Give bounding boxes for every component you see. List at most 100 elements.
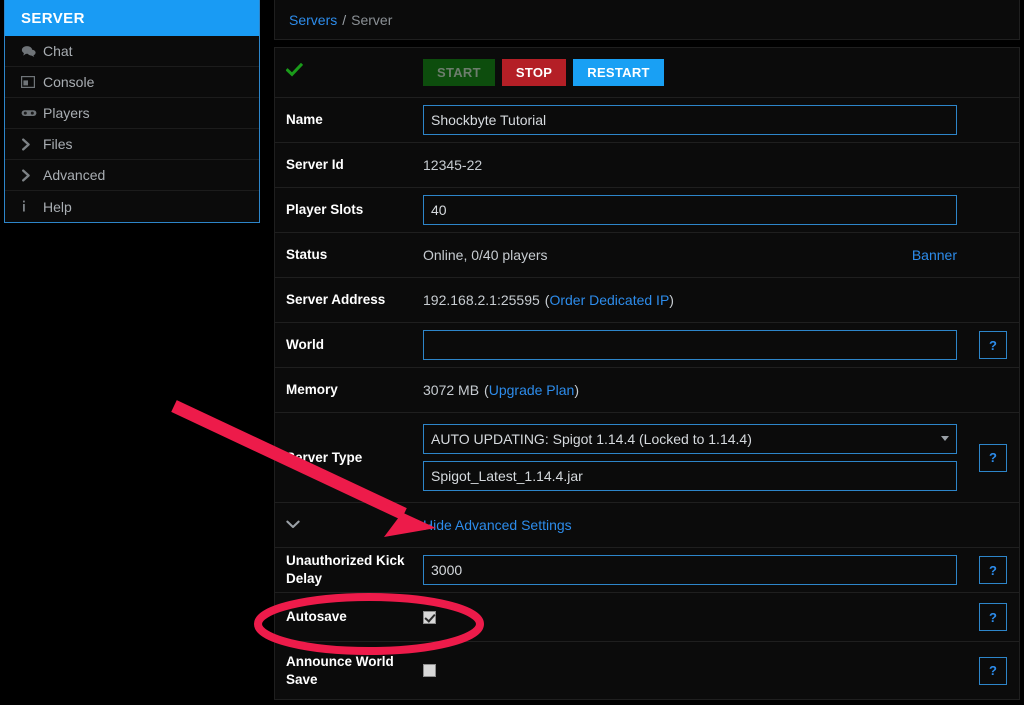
world-label: World — [286, 337, 324, 352]
restart-button[interactable]: RESTART — [573, 59, 664, 86]
sidebar-item-players[interactable]: Players — [5, 98, 259, 129]
server-type-value-cell: AUTO UPDATING: Spigot 1.14.4 (Locked to … — [423, 416, 967, 499]
server-type-help-cell: ? — [967, 443, 1019, 472]
sidebar: SERVER Chat Console Players Files Advanc… — [4, 0, 260, 223]
row-server-address: Server Address 192.168.2.1:25595 (Order … — [275, 278, 1019, 323]
server-status-check — [275, 62, 423, 82]
breadcrumb-servers-link[interactable]: Servers — [289, 12, 337, 28]
chevron-right-icon — [21, 168, 43, 182]
name-value-cell — [423, 105, 967, 135]
row-server-id: Server Id 12345-22 — [275, 143, 1019, 188]
chat-icon — [21, 45, 43, 58]
row-toggle-advanced: Hide Advanced Settings — [275, 503, 1019, 548]
server-address-value-cell: 192.168.2.1:25595 (Order Dedicated IP) — [423, 292, 967, 308]
paren-close: ) — [669, 292, 674, 308]
memory-value: 3072 MB — [423, 382, 480, 398]
row-autosave: Autosave ? — [275, 593, 1019, 642]
order-dedicated-ip-link[interactable]: Order Dedicated IP — [549, 292, 669, 308]
server-control-buttons: START STOP RESTART — [423, 59, 967, 86]
announce-world-save-value-cell — [423, 664, 967, 677]
world-input[interactable] — [423, 330, 957, 360]
sidebar-item-chat[interactable]: Chat — [5, 36, 259, 67]
announce-world-save-label: Announce World Save — [286, 653, 394, 687]
stop-button[interactable]: STOP — [501, 59, 567, 86]
server-type-select-wrap: AUTO UPDATING: Spigot 1.14.4 (Locked to … — [423, 424, 957, 454]
autosave-checkbox[interactable] — [423, 610, 436, 624]
kick-delay-value-cell — [423, 555, 967, 585]
chevron-down-icon — [286, 520, 300, 529]
autosave-label: Autosave — [286, 609, 347, 624]
autosave-help-cell: ? — [967, 603, 1019, 631]
kick-delay-help-button[interactable]: ? — [979, 556, 1007, 584]
breadcrumb-current: Server — [351, 11, 393, 28]
chevron-down-icon — [941, 436, 949, 441]
sidebar-item-console[interactable]: Console — [5, 67, 259, 98]
info-icon — [21, 200, 43, 213]
row-world: World ? — [275, 323, 1019, 368]
sidebar-item-label: Players — [43, 105, 90, 121]
autosave-value-cell — [423, 610, 967, 624]
server-jar-input[interactable] — [423, 461, 957, 491]
sidebar-item-label: Files — [43, 136, 73, 152]
sidebar-item-label: Chat — [43, 43, 73, 59]
sidebar-item-label: Help — [43, 198, 72, 215]
status-label: Status — [286, 247, 328, 262]
announce-world-save-help-cell: ? — [967, 656, 1019, 685]
server-id-value: 12345-22 — [423, 157, 483, 173]
announce-world-save-checkbox[interactable] — [423, 664, 436, 677]
world-help-cell: ? — [967, 331, 1019, 359]
sidebar-header: SERVER — [5, 0, 259, 36]
toggle-advanced-chevron-cell[interactable] — [275, 516, 423, 534]
server-type-label: Server Type — [286, 449, 363, 465]
memory-label: Memory — [286, 382, 338, 397]
sidebar-item-help[interactable]: Help — [5, 191, 259, 222]
status-value-cell: Online, 0/40 players Banner — [423, 247, 967, 263]
kick-delay-input[interactable] — [423, 555, 957, 585]
breadcrumb: Servers / Server — [274, 0, 1020, 40]
row-name: Name — [275, 98, 1019, 143]
server-address-label: Server Address — [286, 292, 386, 307]
kick-delay-label: Unauthorized Kick Delay — [286, 553, 405, 586]
row-server-type: Server Type AUTO UPDATING: Spigot 1.14.4… — [275, 413, 1019, 503]
server-settings-page: SERVER Chat Console Players Files Advanc… — [0, 0, 1024, 705]
row-status: Status Online, 0/40 players Banner — [275, 233, 1019, 278]
row-kick-delay: Unauthorized Kick Delay ? — [275, 548, 1019, 593]
row-memory: Memory 3072 MB (Upgrade Plan) — [275, 368, 1019, 413]
kick-delay-help-cell: ? — [967, 556, 1019, 584]
sidebar-item-advanced[interactable]: Advanced — [5, 160, 259, 191]
sidebar-item-label: Advanced — [43, 167, 106, 183]
player-slots-value-cell — [423, 195, 967, 225]
players-icon — [21, 108, 43, 118]
green-check-icon — [285, 62, 304, 77]
server-address-value: 192.168.2.1:25595 — [423, 292, 540, 308]
server-settings-table: START STOP RESTART Name Server Id 12345-… — [274, 47, 1020, 700]
sidebar-item-files[interactable]: Files — [5, 129, 259, 160]
server-type-help-button[interactable]: ? — [979, 443, 1007, 472]
console-icon — [21, 76, 43, 88]
sidebar-item-label: Console — [43, 74, 95, 90]
hide-advanced-settings-link[interactable]: Hide Advanced Settings — [423, 517, 572, 533]
name-label: Name — [286, 112, 323, 127]
paren-close: ) — [574, 382, 580, 398]
row-player-slots: Player Slots — [275, 188, 1019, 233]
server-type-select[interactable]: AUTO UPDATING: Spigot 1.14.4 (Locked to … — [423, 424, 957, 454]
world-help-button[interactable]: ? — [979, 331, 1007, 359]
row-announce-world-save: Announce World Save ? — [275, 642, 1019, 700]
chevron-right-icon — [21, 137, 43, 151]
upgrade-plan-link[interactable]: Upgrade Plan — [489, 382, 575, 398]
memory-value-cell: 3072 MB (Upgrade Plan) — [423, 382, 967, 398]
breadcrumb-separator: / — [342, 11, 347, 28]
autosave-help-button[interactable]: ? — [979, 603, 1007, 631]
status-value: Online, 0/40 players — [423, 247, 548, 263]
player-slots-label: Player Slots — [286, 202, 364, 217]
player-slots-input[interactable] — [423, 195, 957, 225]
name-input[interactable] — [423, 105, 957, 135]
main-content: Servers / Server START STOP RESTART Name… — [274, 0, 1020, 700]
server-controls-row: START STOP RESTART — [275, 48, 1019, 98]
toggle-advanced-cell: Hide Advanced Settings — [423, 517, 967, 533]
server-id-label: Server Id — [286, 157, 344, 172]
start-button[interactable]: START — [423, 59, 495, 86]
banner-link[interactable]: Banner — [912, 247, 957, 263]
announce-world-save-help-button[interactable]: ? — [979, 656, 1007, 685]
world-value-cell — [423, 330, 967, 360]
